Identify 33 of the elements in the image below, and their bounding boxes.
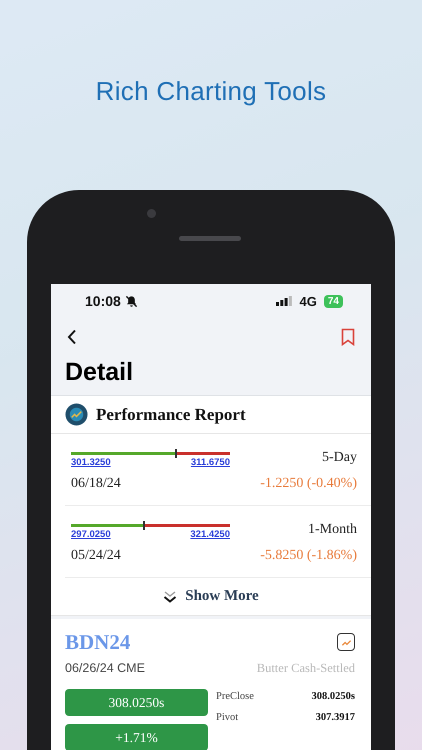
muted-bell-icon bbox=[124, 294, 138, 308]
stat-value: 308.0250s bbox=[312, 691, 355, 702]
speaker-grille bbox=[179, 236, 241, 241]
bookmark-icon[interactable] bbox=[341, 328, 355, 346]
date-exchange: 06/26/24 CME bbox=[65, 661, 145, 675]
double-chevron-icon bbox=[163, 590, 178, 604]
report-logo-icon bbox=[65, 403, 88, 426]
high-link[interactable]: 321.4250 bbox=[190, 529, 230, 540]
camera-icon bbox=[147, 209, 156, 218]
battery-level: 74 bbox=[324, 294, 343, 308]
signal-icon bbox=[276, 296, 292, 306]
low-link[interactable]: 301.3250 bbox=[71, 457, 111, 468]
price-button[interactable]: +1.71% bbox=[65, 724, 208, 750]
headline: Rich Charting Tools bbox=[94, 75, 328, 108]
section-title: Performance Report bbox=[96, 404, 246, 424]
stat-label: PreClose bbox=[216, 691, 254, 702]
status-time: 10:08 bbox=[85, 293, 121, 309]
chart-button[interactable] bbox=[337, 633, 355, 651]
low-link[interactable]: 297.0250 bbox=[71, 529, 111, 540]
back-icon[interactable] bbox=[67, 328, 77, 344]
period-label: 5-Day bbox=[322, 450, 357, 466]
network-label: 4G bbox=[300, 294, 317, 308]
stat-label: Pivot bbox=[216, 712, 238, 723]
stat-value: 307.3917 bbox=[316, 712, 355, 723]
high-link[interactable]: 311.6750 bbox=[190, 457, 230, 468]
change-value: -5.8250 (-1.86%) bbox=[260, 548, 357, 564]
contract-name: Butter Cash-Settled bbox=[256, 660, 355, 676]
price-button[interactable]: 308.0250s bbox=[65, 689, 208, 716]
date-label: 06/18/24 bbox=[71, 476, 121, 492]
date-label: 05/24/24 bbox=[71, 548, 121, 564]
change-value: -1.2250 (-0.40%) bbox=[260, 476, 357, 492]
period-label: 1-Month bbox=[308, 522, 357, 538]
contract-symbol: BDN24 bbox=[65, 630, 130, 654]
